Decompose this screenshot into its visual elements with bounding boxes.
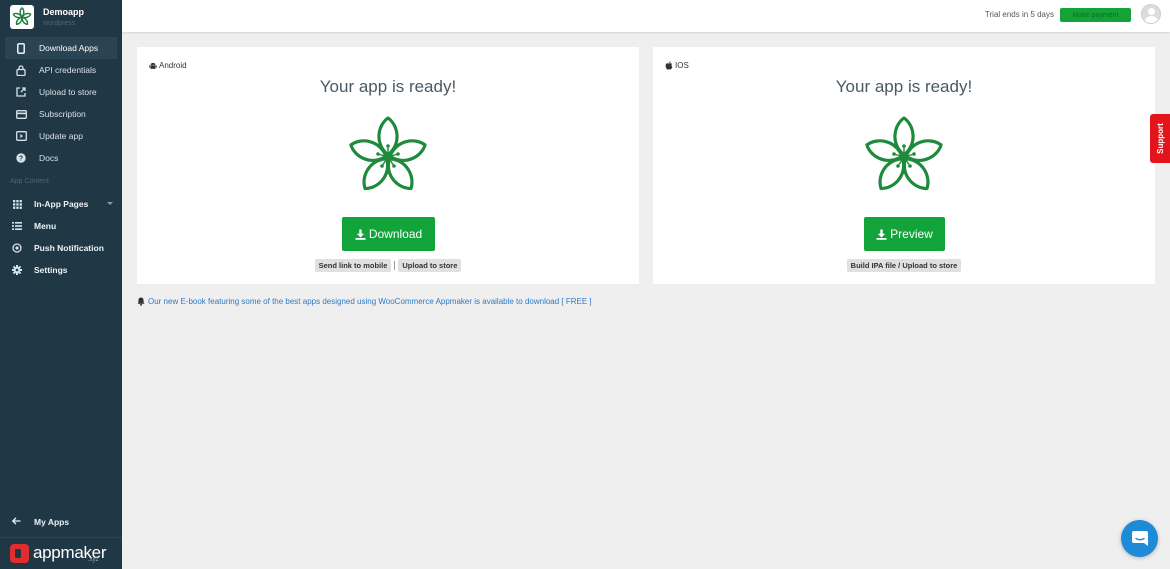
- grid-icon: [10, 198, 24, 210]
- bell-icon: [137, 297, 145, 306]
- sidebar: Demoapp wordpress Download Apps API cred…: [0, 0, 122, 569]
- sidebar-item-label: Subscription: [39, 109, 86, 119]
- sidebar-item-in-app-pages[interactable]: In-App Pages: [0, 193, 122, 215]
- lock-icon: [14, 64, 28, 76]
- ios-card: IOS Your app is ready! Preview Build IPA…: [653, 47, 1155, 284]
- preview-button[interactable]: Preview: [864, 217, 945, 251]
- app-name: Demoapp: [43, 6, 85, 17]
- platform-name: IOS: [675, 61, 689, 70]
- sidebar-item-subscription[interactable]: Subscription: [0, 103, 122, 125]
- platform-name: Android: [159, 61, 187, 70]
- flower-logo-icon: [12, 7, 32, 26]
- sidebar-item-label: Download Apps: [39, 43, 99, 53]
- separator: [394, 261, 396, 270]
- download-label: Download: [368, 227, 423, 241]
- list-icon: [10, 220, 24, 232]
- top-bar: Trial ends in 5 days Make payment: [122, 0, 1170, 32]
- ready-heading: Your app is ready!: [835, 77, 973, 96]
- platform-label: Android: [149, 61, 187, 70]
- ebook-notice[interactable]: Our new E-book featuring some of the bes…: [137, 297, 592, 306]
- sidebar-item-label: Docs: [39, 153, 59, 163]
- chat-launcher-button[interactable]: [1121, 520, 1158, 557]
- sidebar-item-label: Push Notification: [34, 243, 104, 253]
- sidebar-item-label: Update app: [39, 131, 83, 141]
- sidebar-item-push-notification[interactable]: Push Notification: [0, 237, 122, 259]
- download-button[interactable]: Download: [342, 217, 435, 251]
- credit-card-icon: [14, 108, 28, 120]
- external-link-icon: [14, 86, 28, 98]
- app-brand[interactable]: Demoapp wordpress: [0, 0, 122, 34]
- avatar[interactable]: [1141, 4, 1161, 24]
- app-icon-flower: [865, 116, 943, 191]
- sidebar-section-app-content: App Content: [10, 177, 49, 185]
- support-label: Support: [1155, 123, 1165, 154]
- sidebar-item-update-app[interactable]: Update app: [0, 125, 122, 147]
- ebook-notice-text: Our new E-book featuring some of the bes…: [148, 297, 592, 306]
- support-tab[interactable]: Support: [1150, 114, 1170, 163]
- sidebar-item-settings[interactable]: Settings: [0, 259, 122, 281]
- sidebar-item-label: API credentials: [39, 65, 97, 75]
- sidebar-item-label: Upload to store: [39, 87, 97, 97]
- sidebar-item-api-credentials[interactable]: API credentials: [0, 59, 122, 81]
- chat-icon: [1131, 531, 1148, 546]
- app-icon-flower: [349, 116, 427, 191]
- upload-to-store-button[interactable]: Upload to store: [398, 259, 462, 272]
- sidebar-item-label: In-App Pages: [34, 199, 89, 209]
- target-icon: [10, 242, 24, 254]
- appmaker-logo: appmaker .xyz: [0, 537, 122, 569]
- my-apps-label: My Apps: [34, 517, 70, 527]
- arrow-left-icon: [11, 517, 22, 527]
- platform-label: IOS: [665, 61, 689, 70]
- sidebar-item-label: Menu: [34, 221, 57, 231]
- phone-icon: [14, 42, 28, 54]
- android-icon: [149, 62, 157, 70]
- sidebar-nav: Download Apps API credentials Upload to …: [0, 37, 122, 281]
- app-platform: wordpress: [43, 19, 76, 27]
- sidebar-item-menu[interactable]: Menu: [0, 215, 122, 237]
- update-icon: [14, 130, 28, 142]
- ready-heading: Your app is ready!: [319, 77, 457, 96]
- apple-icon: [665, 61, 673, 70]
- chevron-down-icon[interactable]: [107, 202, 113, 205]
- appmaker-suffix: .xyz: [88, 557, 99, 563]
- build-ipa-button[interactable]: Build IPA file / Upload to store: [846, 259, 962, 272]
- download-icon: [876, 229, 887, 240]
- preview-label: Preview: [890, 227, 933, 241]
- help-circle-icon: ?: [14, 152, 28, 164]
- sidebar-bottom: My Apps appmaker .xyz: [0, 511, 122, 569]
- sidebar-item-upload-to-store[interactable]: Upload to store: [0, 81, 122, 103]
- send-link-button[interactable]: Send link to mobile: [314, 259, 392, 272]
- ios-links: Build IPA file / Upload to store: [653, 259, 1155, 272]
- app-logo: [10, 5, 34, 29]
- trial-status: Trial ends in 5 days: [984, 10, 1054, 19]
- sidebar-item-label: Settings: [34, 265, 68, 275]
- svg-text:?: ?: [19, 156, 23, 163]
- download-icon: [355, 229, 366, 240]
- android-card: Android Your app is ready! Download Send…: [137, 47, 639, 284]
- sidebar-item-download-apps[interactable]: Download Apps: [5, 37, 117, 59]
- gear-icon: [10, 264, 24, 276]
- my-apps-link[interactable]: My Apps: [0, 511, 122, 533]
- make-payment-button[interactable]: Make payment: [1060, 8, 1131, 22]
- sidebar-item-docs[interactable]: ? Docs: [0, 147, 122, 169]
- android-links: Send link to mobile Upload to store: [137, 259, 639, 272]
- appmaker-icon: [10, 544, 29, 563]
